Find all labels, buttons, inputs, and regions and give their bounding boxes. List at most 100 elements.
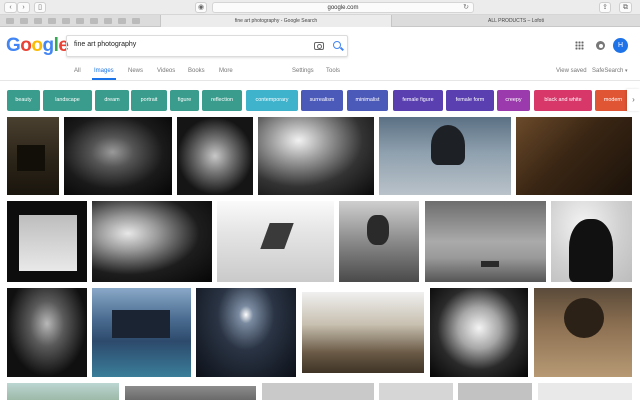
image-result-tulip[interactable] [7, 288, 87, 377]
settings-link[interactable]: Settings [292, 68, 314, 74]
image-result-tunnel[interactable] [258, 117, 374, 195]
image-result-soft-grey[interactable] [458, 383, 532, 400]
tools-link[interactable]: Tools [326, 68, 340, 74]
chip-surrealism[interactable]: surrealism [301, 90, 343, 111]
tab-news[interactable]: News [128, 68, 143, 74]
tab-products[interactable]: ALL PRODUCTS – Lofoti [400, 15, 632, 27]
image-result-umbrella[interactable] [379, 117, 511, 195]
image-result-dancer[interactable] [64, 117, 172, 195]
chip-portrait[interactable]: portrait [131, 90, 167, 111]
favorite-icon[interactable] [62, 18, 70, 24]
chip-label: modern [603, 97, 623, 103]
tab-google-search[interactable]: fine art photography - Google Search [160, 15, 392, 27]
image-result-leaf[interactable] [177, 117, 253, 195]
favorite-icon[interactable] [90, 18, 98, 24]
search-input[interactable]: fine art photography [74, 41, 136, 48]
browser-toolbar: ‹ › ▯ ◉ google.com ↻ ⇪ ⧉ [0, 0, 640, 15]
tabs-overview-button[interactable]: ⧉ [619, 2, 632, 13]
image-result-silhouette-birds[interactable] [551, 201, 632, 282]
apps-grid-icon[interactable] [575, 41, 584, 50]
view-saved-link[interactable]: View saved [556, 68, 587, 74]
chip-label: figure [177, 97, 192, 103]
related-searches: beauty landscape dream portrait figure r… [7, 90, 631, 111]
chip-label: portrait [140, 97, 158, 103]
chevron-right-icon[interactable]: › [627, 89, 640, 111]
chip-label: dream [104, 97, 120, 103]
search-icon[interactable] [333, 41, 341, 49]
image-result-rose[interactable] [430, 288, 528, 377]
favorite-icon[interactable] [104, 18, 112, 24]
tab-label: fine art photography - Google Search [234, 18, 318, 24]
divider [0, 80, 640, 81]
address-text: google.com [327, 5, 359, 11]
favorite-icon[interactable] [76, 18, 84, 24]
image-result-abandoned-room[interactable] [516, 117, 632, 195]
tab-books[interactable]: Books [188, 68, 205, 74]
favorite-icon[interactable] [132, 18, 140, 24]
forward-button[interactable]: › [17, 2, 30, 13]
chip-modern[interactable]: modern [595, 90, 631, 111]
image-result-tree-woman[interactable] [534, 288, 632, 377]
safesearch-label: SafeSearch [592, 68, 624, 74]
image-result-minimal-frame[interactable] [7, 201, 87, 282]
image-result-lone-tree[interactable] [339, 201, 419, 282]
search-box[interactable]: fine art photography [66, 35, 348, 57]
image-result-pier[interactable] [425, 201, 546, 282]
chip-label: black and white [544, 97, 582, 103]
chip-label: surrealism [309, 97, 335, 103]
tab-images[interactable]: Images [94, 68, 114, 74]
chip-black-and-white[interactable]: black and white [534, 90, 592, 111]
chip-dream[interactable]: dream [95, 90, 129, 111]
camera-icon[interactable] [314, 42, 324, 50]
chip-label: minimalist [355, 97, 380, 103]
avatar[interactable]: H [613, 38, 628, 53]
image-result-white[interactable] [538, 383, 632, 400]
google-logo[interactable]: Google [6, 35, 69, 57]
safesearch-menu[interactable]: SafeSearch ▾ [592, 68, 628, 74]
tab-label: ALL PRODUCTS – Lofoti [488, 18, 544, 24]
chip-label: beauty [15, 97, 32, 103]
image-result-old-house[interactable] [7, 117, 59, 195]
favorite-icon[interactable] [118, 18, 126, 24]
chip-label: landscape [55, 97, 80, 103]
image-result-sky-trees[interactable] [7, 383, 119, 400]
chip-female-figure[interactable]: female figure [393, 90, 443, 111]
image-result-draped-figure[interactable] [92, 201, 212, 282]
chip-label: reflection [211, 97, 233, 103]
sidebar-toggle-button[interactable]: ▯ [34, 2, 46, 13]
tab-more[interactable]: More [219, 68, 233, 74]
chip-label: creepy [505, 97, 522, 103]
chip-label: female form [455, 97, 485, 103]
image-result-pale[interactable] [379, 383, 453, 400]
chip-figure[interactable]: figure [170, 90, 199, 111]
notifications-icon[interactable] [596, 41, 605, 50]
tab-bar: fine art photography - Google Search ALL… [0, 15, 640, 27]
chip-minimalist[interactable]: minimalist [347, 90, 388, 111]
favorite-icon[interactable] [20, 18, 28, 24]
chip-contemporary[interactable]: contemporary [246, 90, 298, 111]
image-result-lightbulb-man[interactable] [196, 288, 296, 377]
chip-creepy[interactable]: creepy [497, 90, 530, 111]
address-bar[interactable]: google.com ↻ [212, 2, 474, 13]
image-result-surreal-mist[interactable] [217, 201, 334, 282]
chip-label: contemporary [255, 97, 289, 103]
chip-reflection[interactable]: reflection [202, 90, 242, 111]
tab-videos[interactable]: Videos [157, 68, 175, 74]
chip-female-form[interactable]: female form [446, 90, 494, 111]
extension-button[interactable]: ◉ [195, 2, 207, 13]
chevron-down-icon: ▾ [625, 68, 628, 74]
chip-beauty[interactable]: beauty [7, 90, 40, 111]
chip-label: female figure [402, 97, 434, 103]
tab-all[interactable]: All [74, 68, 81, 74]
share-button[interactable]: ⇪ [599, 2, 611, 13]
image-result-misty-hills[interactable] [302, 292, 424, 373]
back-button[interactable]: ‹ [4, 2, 17, 13]
image-result-light-grey[interactable] [262, 383, 374, 400]
image-result-castle-water[interactable] [92, 288, 191, 377]
image-result-grey-sky[interactable] [125, 386, 256, 400]
favorite-icon[interactable] [34, 18, 42, 24]
favorite-icon[interactable] [48, 18, 56, 24]
refresh-icon[interactable]: ↻ [463, 3, 469, 13]
chip-landscape[interactable]: landscape [43, 90, 92, 111]
favorite-icon[interactable] [6, 18, 14, 24]
